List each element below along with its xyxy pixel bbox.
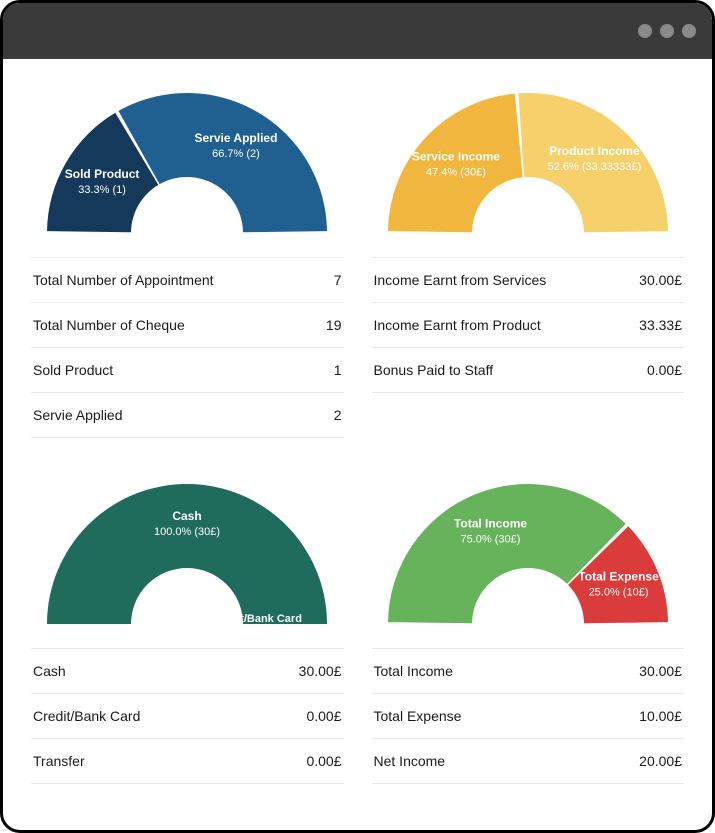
half-donut-chart: Total Income 75.0% (30£) Total Expense 25.0…	[378, 474, 678, 634]
stat-value: 2	[334, 407, 342, 423]
stat-row: Income Earnt from Services 30.00£	[372, 258, 685, 303]
svg-text:Cash: Cash	[173, 509, 202, 523]
stat-row: Total Number of Cheque 19	[31, 303, 344, 348]
content: Sold Product 33.3% (1) Servie Applied 66.7%…	[3, 59, 712, 830]
stat-row: Bonus Paid to Staff 0.00£	[372, 348, 685, 393]
titlebar	[3, 3, 712, 59]
chart-slice	[119, 93, 328, 232]
svg-text:66.7% (2): 66.7% (2)	[212, 148, 260, 160]
stat-row: Servie Applied 2	[31, 393, 344, 438]
dashboard-grid: Sold Product 33.3% (1) Servie Applied 66.7%…	[31, 83, 684, 784]
panel-payment-methods: Cash 100.0% (30£) Credit/Bank Card Cash 30.0…	[31, 474, 344, 784]
stat-label: Sold Product	[33, 362, 113, 378]
svg-text:Total Income: Total Income	[454, 516, 527, 530]
stat-row: Net Income 20.00£	[372, 739, 685, 784]
stat-row: Credit/Bank Card 0.00£	[31, 694, 344, 739]
svg-text:Credit/Bank Card: Credit/Bank Card	[212, 613, 302, 625]
stats-list: Cash 30.00£ Credit/Bank Card 0.00£ Transfer 0…	[31, 648, 344, 784]
stat-value: 0.00£	[306, 708, 341, 724]
stat-value: 7	[334, 272, 342, 288]
stat-value: 30.00£	[299, 663, 342, 679]
stat-row: Total Number of Appointment 7	[31, 258, 344, 303]
stat-value: 0.00£	[647, 362, 682, 378]
stat-label: Total Expense	[374, 708, 462, 724]
stat-row: Transfer 0.00£	[31, 739, 344, 784]
stat-label: Servie Applied	[33, 407, 123, 423]
stat-value: 20.00£	[639, 753, 682, 769]
half-donut-chart: Sold Product 33.3% (1) Servie Applied 66.7%…	[37, 83, 337, 243]
stat-label: Income Earnt from Product	[374, 317, 541, 333]
window-controls	[638, 24, 696, 38]
svg-text:25.0% (10£): 25.0% (10£)	[588, 586, 648, 598]
stat-value: 19	[326, 317, 342, 333]
half-donut-chart: Service Income 47.4% (30£) Product Income 5…	[378, 83, 678, 243]
svg-text:52.6% (33.33333£): 52.6% (33.33333£)	[547, 161, 641, 173]
stat-label: Total Number of Appointment	[33, 272, 214, 288]
stat-row: Total Expense 10.00£	[372, 694, 685, 739]
stat-value: 0.00£	[306, 753, 341, 769]
stat-row: Sold Product 1	[31, 348, 344, 393]
stats-list: Income Earnt from Services30.00£Income E…	[372, 257, 685, 393]
stat-label: Credit/Bank Card	[33, 708, 140, 724]
stat-value: 30.00£	[639, 272, 682, 288]
stat-row: Cash 30.00£	[31, 649, 344, 694]
svg-text:75.0% (30£): 75.0% (30£)	[460, 533, 520, 545]
window-frame: Sold Product 33.3% (1) Servie Applied 66.7%…	[0, 0, 715, 833]
stat-label: Transfer	[33, 753, 85, 769]
stat-row: Income Earnt from Product 33.33£	[372, 303, 685, 348]
panel-net: Total Income 75.0% (30£) Total Expense 25.0…	[372, 474, 685, 784]
svg-text:Product Income: Product Income	[549, 144, 640, 158]
stats-list: Total Number of Appointment7Total Number…	[31, 257, 344, 438]
panel-appointments: Sold Product 33.3% (1) Servie Applied 66.7%…	[31, 83, 344, 438]
stat-value: 10.00£	[639, 708, 682, 724]
half-donut-chart: Cash 100.0% (30£) Credit/Bank Card	[37, 474, 337, 634]
svg-text:33.3% (1): 33.3% (1)	[79, 184, 127, 196]
stat-label: Cash	[33, 663, 66, 679]
stat-label: Total Income	[374, 663, 453, 679]
stat-value: 1	[334, 362, 342, 378]
stat-value: 30.00£	[639, 663, 682, 679]
stat-label: Income Earnt from Services	[374, 272, 547, 288]
stat-row: Total Income 30.00£	[372, 649, 685, 694]
chart-slice	[47, 484, 327, 624]
svg-text:47.4% (30£): 47.4% (30£)	[426, 167, 486, 179]
panel-income-sources: Service Income 47.4% (30£) Product Income 5…	[372, 83, 685, 438]
stat-label: Total Number of Cheque	[33, 317, 185, 333]
svg-text:Servie Applied: Servie Applied	[195, 131, 278, 145]
svg-text:100.0% (30£): 100.0% (30£)	[154, 526, 220, 538]
window-button-close[interactable]	[682, 24, 696, 38]
window-button-maximize[interactable]	[660, 24, 674, 38]
stat-label: Net Income	[374, 753, 446, 769]
stat-label: Bonus Paid to Staff	[374, 362, 494, 378]
svg-text:Service Income: Service Income	[412, 150, 500, 164]
svg-text:Total Expense: Total Expense	[578, 569, 659, 583]
window-button-minimize[interactable]	[638, 24, 652, 38]
stat-value: 33.33£	[639, 317, 682, 333]
stats-list: Total Income 30.00£ Total Expense 10.00£ Net…	[372, 648, 685, 784]
svg-text:Sold Product: Sold Product	[65, 167, 140, 181]
